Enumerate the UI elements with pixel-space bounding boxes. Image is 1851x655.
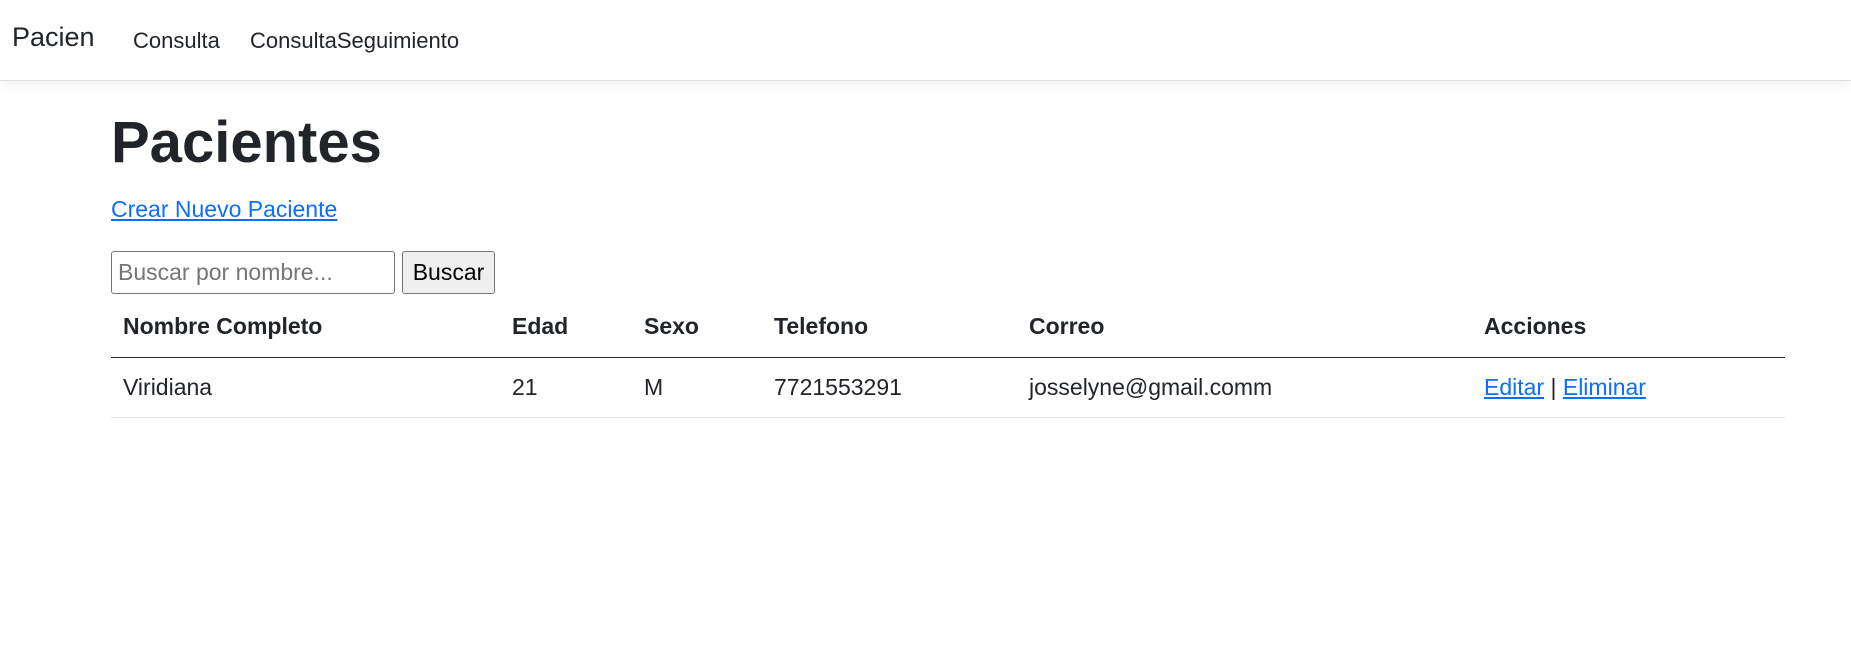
search-input[interactable]	[111, 251, 395, 294]
delete-link[interactable]: Eliminar	[1563, 374, 1646, 400]
header-nombre-completo: Nombre Completo	[111, 297, 500, 358]
action-separator: |	[1550, 373, 1557, 400]
table-header-row: Nombre Completo Edad Sexo Telefono Corre…	[111, 297, 1785, 358]
navbar-brand[interactable]: Pacien	[12, 22, 95, 53]
cell-edad: 21	[500, 357, 632, 418]
create-patient-link[interactable]: Crear Nuevo Paciente	[111, 196, 337, 223]
cell-sexo: M	[632, 357, 762, 418]
header-correo: Correo	[1017, 297, 1472, 358]
header-sexo: Sexo	[632, 297, 762, 358]
cell-acciones: Editar | Eliminar	[1472, 357, 1785, 418]
cell-correo: josselyne@gmail.comm	[1017, 357, 1472, 418]
table-row: Viridiana 21 M 7721553291 josselyne@gmai…	[111, 357, 1785, 418]
page-title: Pacientes	[111, 110, 382, 175]
nav-link-consulta-seguimiento[interactable]: ConsultaSeguimiento	[250, 28, 459, 54]
cell-telefono: 7721553291	[762, 357, 1017, 418]
header-telefono: Telefono	[762, 297, 1017, 358]
nav-link-consulta[interactable]: Consulta	[133, 28, 220, 54]
patients-table: Nombre Completo Edad Sexo Telefono Corre…	[111, 297, 1785, 418]
header-edad: Edad	[500, 297, 632, 358]
search-button[interactable]: Buscar	[402, 251, 495, 294]
edit-link[interactable]: Editar	[1484, 374, 1544, 400]
cell-nombre: Viridiana	[111, 357, 500, 418]
header-acciones: Acciones	[1472, 297, 1785, 358]
navbar: Pacien Consulta ConsultaSeguimiento	[0, 0, 1851, 81]
